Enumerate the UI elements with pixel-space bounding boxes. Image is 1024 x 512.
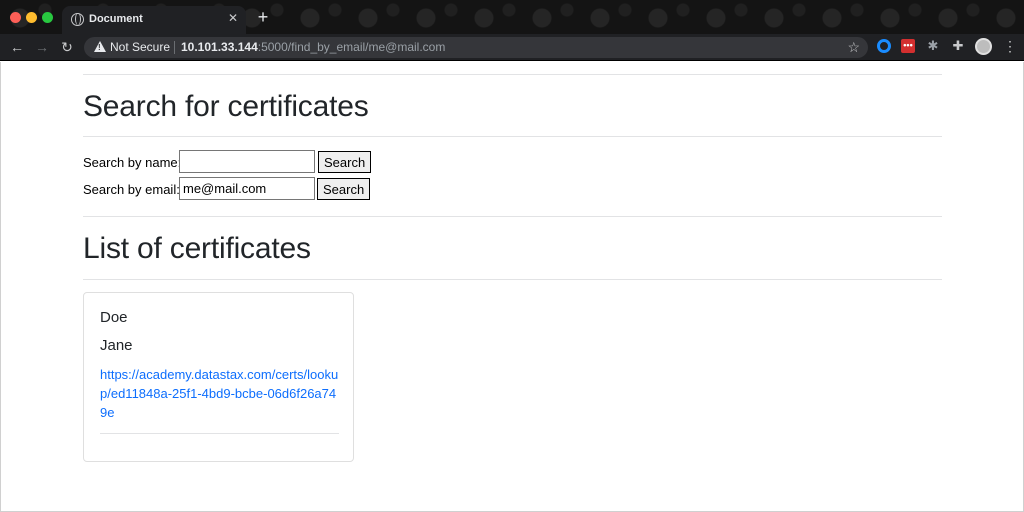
browser-tab-bar: Document ✕ + [0,0,1024,34]
close-tab-icon[interactable]: ✕ [226,11,240,25]
email-search-button[interactable]: Search [317,178,371,200]
section-divider [83,216,942,217]
url-host: 10.101.33.144 [181,40,258,54]
maximize-window-button[interactable] [42,12,53,23]
name-search-input[interactable] [179,150,315,173]
search-by-name-label: Search by name: [83,155,182,170]
search-heading-divider [83,136,942,137]
minimize-window-button[interactable] [26,12,37,23]
profile-avatar[interactable] [975,38,992,55]
extensions-puzzle-icon[interactable]: ✚ [951,39,965,53]
browser-toolbar: ← → ↻ Not Secure 10.101.33.144:5000/find… [0,34,1024,61]
back-arrow-icon[interactable]: ← [9,39,25,55]
browser-tab[interactable]: Document ✕ [62,6,246,34]
certificate-first-name: Jane [100,337,133,354]
extension-password-icon[interactable]: ••• [901,39,915,53]
certificate-link[interactable]: https://academy.datastax.com/certs/looku… [100,365,342,422]
url-text[interactable]: 10.101.33.144:5000/find_by_email/me@mail… [181,40,445,54]
list-heading: List of certificates [83,232,311,265]
globe-icon [71,13,84,26]
email-search-input[interactable] [179,177,315,200]
tab-title: Document [89,13,143,25]
name-search-button[interactable]: Search [318,151,372,173]
not-secure-label[interactable]: Not Secure [110,40,170,54]
new-tab-button[interactable]: + [255,8,271,26]
search-heading: Search for certificates [83,90,369,123]
certificate-card: Doe Jane https://academy.datastax.com/ce… [83,292,354,462]
card-divider [100,433,339,434]
bookmark-star-icon[interactable]: ☆ [847,39,860,56]
certificate-last-name: Doe [100,309,128,326]
warning-icon [94,41,106,52]
close-window-button[interactable] [10,12,21,23]
reload-icon[interactable]: ↻ [59,39,75,55]
search-by-email-row: Search by email: Search [83,177,383,201]
search-by-name-row: Search by name: Search [83,150,383,174]
search-by-email-label: Search by email: [83,182,180,197]
more-menu-icon[interactable]: ⋮ [1003,39,1017,53]
url-path: :5000/find_by_email/me@mail.com [257,40,446,54]
extension-bug-icon[interactable]: ✱ [926,39,940,53]
forward-arrow-icon[interactable]: → [34,39,50,55]
extension-circle-icon[interactable] [877,39,891,53]
list-heading-divider [83,279,942,280]
address-bar-divider [174,41,175,54]
top-divider [83,74,942,75]
address-bar[interactable]: Not Secure 10.101.33.144:5000/find_by_em… [84,37,868,58]
